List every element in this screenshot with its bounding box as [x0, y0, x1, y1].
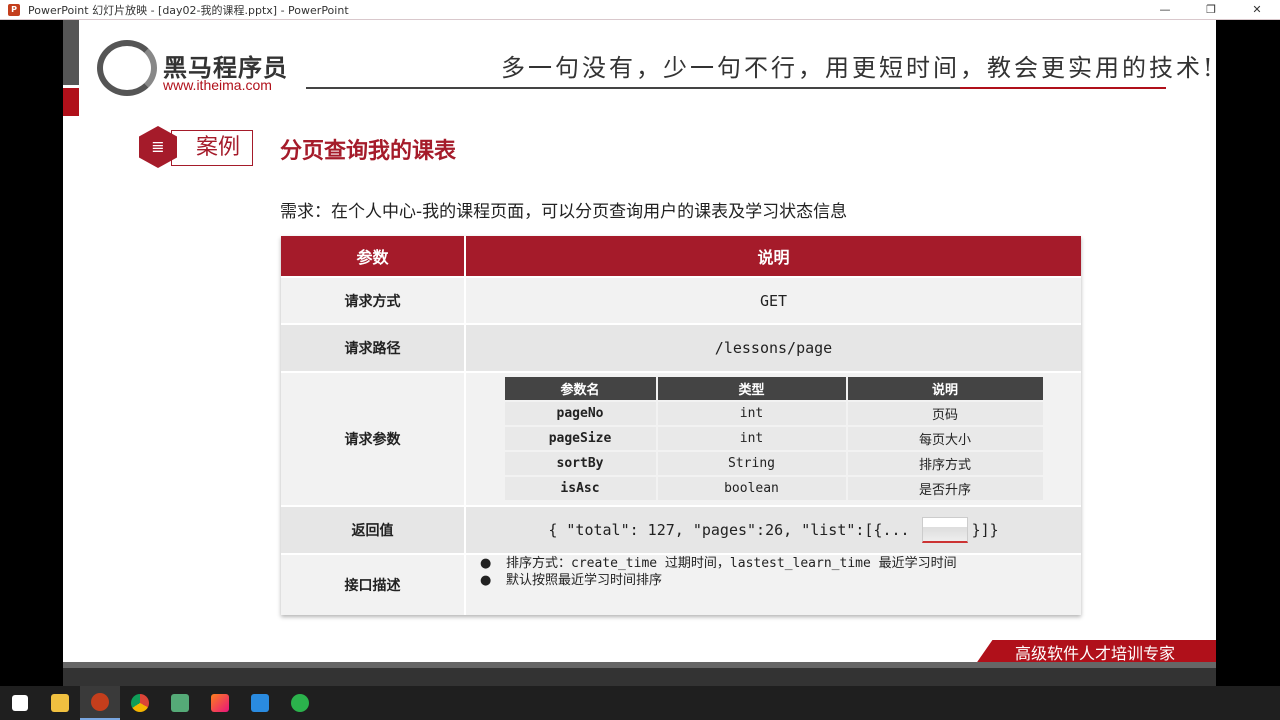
param-type: int — [657, 426, 848, 450]
divider-red — [960, 87, 1166, 89]
param-name: isAsc — [504, 476, 658, 500]
params-table: 参数名 类型 说明 pageNo int 页码 pageSize int 每页大小 so… — [504, 376, 1043, 502]
taskbar-powerpoint[interactable] — [80, 686, 120, 720]
taskbar-chrome[interactable] — [120, 686, 160, 720]
minimize-button[interactable]: — — [1142, 0, 1188, 20]
case-tag: 案例 — [171, 130, 253, 166]
return-json: { "total": 127, "pages":26, "list":[{... — [548, 521, 910, 539]
params-row: pageSize int 每页大小 — [504, 426, 1043, 450]
params-cell: 参数名 类型 说明 pageNo int 页码 pageSize int 每页大小 so… — [466, 373, 1081, 505]
param-desc: 每页大小 — [847, 426, 1043, 450]
decor-bar — [63, 20, 79, 85]
list-item: ● 默认按照最近学习时间排序 — [480, 572, 662, 589]
maximize-button[interactable]: ❐ — [1188, 0, 1234, 20]
requirement-text: 需求：在个人中心-我的课程页面，可以分页查询用户的课表及学习状态信息 — [280, 202, 848, 222]
param-name: sortBy — [504, 451, 658, 475]
list-item: ● 排序方式：create_time 过期时间，lastest_learn_tim… — [480, 555, 957, 572]
row-value: { "total": 127, "pages":26, "list":[{...… — [466, 507, 1081, 553]
params-row: isAsc boolean 是否升序 — [504, 476, 1043, 500]
api-table: 参数 说明 请求方式 GET 请求路径 /lessons/page 请求参数 参… — [281, 236, 1081, 615]
param-desc: 是否升序 — [847, 476, 1043, 500]
taskbar-explorer[interactable] — [40, 686, 80, 720]
param-name: pageNo — [504, 401, 658, 425]
desc-text: 排序方式：create_time 过期时间，lastest_learn_time… — [506, 556, 957, 571]
windows-icon — [12, 695, 28, 711]
start-button[interactable] — [0, 686, 40, 720]
description-list: ● 排序方式：create_time 过期时间，lastest_learn_tim… — [466, 555, 1081, 615]
chrome-icon — [131, 694, 149, 712]
params-header-cell: 类型 — [657, 376, 848, 400]
params-row: sortBy String 排序方式 — [504, 451, 1043, 475]
decor-bar-red — [63, 88, 79, 116]
row-value: /lessons/page — [714, 339, 833, 357]
param-type: int — [657, 401, 848, 425]
taskbar — [0, 686, 1280, 720]
case-title: 分页查询我的课表 — [280, 139, 457, 164]
header-desc: 说明 — [757, 248, 790, 267]
slideshow-toolbar — [63, 668, 1216, 686]
param-desc: 排序方式 — [847, 451, 1043, 475]
table-row: 接口描述 ● 排序方式：create_time 过期时间，lastest_lear… — [281, 555, 1081, 615]
slogan: 多一句没有，少一句不行，用更短时间，教会更实用的技术! — [501, 54, 1216, 82]
row-label: 请求路径 — [281, 325, 466, 371]
case-tag-label: 案例 — [196, 135, 241, 160]
intellij-icon — [211, 694, 229, 712]
table-header: 参数 说明 — [281, 236, 1081, 278]
row-value: GET — [759, 291, 788, 310]
taskbar-app[interactable] — [160, 686, 200, 720]
header-param: 参数 — [281, 236, 466, 276]
list-thumbnail-image — [921, 517, 968, 543]
params-header: 参数名 类型 说明 — [504, 376, 1043, 400]
table-row: 返回值 { "total": 127, "pages":26, "list":[… — [281, 507, 1081, 555]
window-titlebar: P PowerPoint 幻灯片放映 - [day02-我的课程.pptx] -… — [0, 0, 1280, 20]
powerpoint-icon: P — [8, 3, 20, 16]
folder-icon — [51, 694, 69, 712]
hbuilder-icon — [291, 694, 309, 712]
param-type: String — [657, 451, 848, 475]
param-name: pageSize — [504, 426, 658, 450]
desc-text: 默认按照最近学习时间排序 — [506, 573, 663, 588]
slide[interactable]: 黑马程序员 www.itheima.com 多一句没有，少一句不行，用更短时间，… — [63, 20, 1216, 668]
vscode-icon — [251, 694, 269, 712]
table-row: 请求方式 GET — [281, 278, 1081, 325]
params-header-cell: 参数名 — [504, 376, 658, 400]
bullet-icon: ● — [480, 556, 492, 571]
row-label: 请求方式 — [281, 278, 466, 323]
taskbar-hbuilder[interactable] — [280, 686, 320, 720]
params-row: pageNo int 页码 — [504, 401, 1043, 425]
row-label: 请求参数 — [281, 373, 466, 505]
param-desc: 页码 — [847, 401, 1043, 425]
bullet-icon: ● — [480, 573, 492, 588]
row-label: 接口描述 — [281, 555, 466, 615]
params-header-cell: 说明 — [847, 376, 1043, 400]
close-button[interactable]: ✕ — [1234, 0, 1280, 20]
table-row: 请求路径 /lessons/page — [281, 325, 1081, 373]
window-title: PowerPoint 幻灯片放映 - [day02-我的课程.pptx] - P… — [28, 3, 349, 17]
app-icon — [171, 694, 189, 712]
powerpoint-icon — [91, 693, 109, 711]
return-json-end: }]} — [971, 521, 999, 539]
horse-logo-icon — [97, 40, 157, 96]
taskbar-intellij[interactable] — [200, 686, 240, 720]
row-label: 返回值 — [281, 507, 466, 553]
param-type: boolean — [657, 476, 848, 500]
brand-url: www.itheima.com — [163, 77, 272, 93]
table-row: 请求参数 参数名 类型 说明 pageNo int 页码 pageSize int 每页… — [281, 373, 1081, 507]
taskbar-vscode[interactable] — [240, 686, 280, 720]
